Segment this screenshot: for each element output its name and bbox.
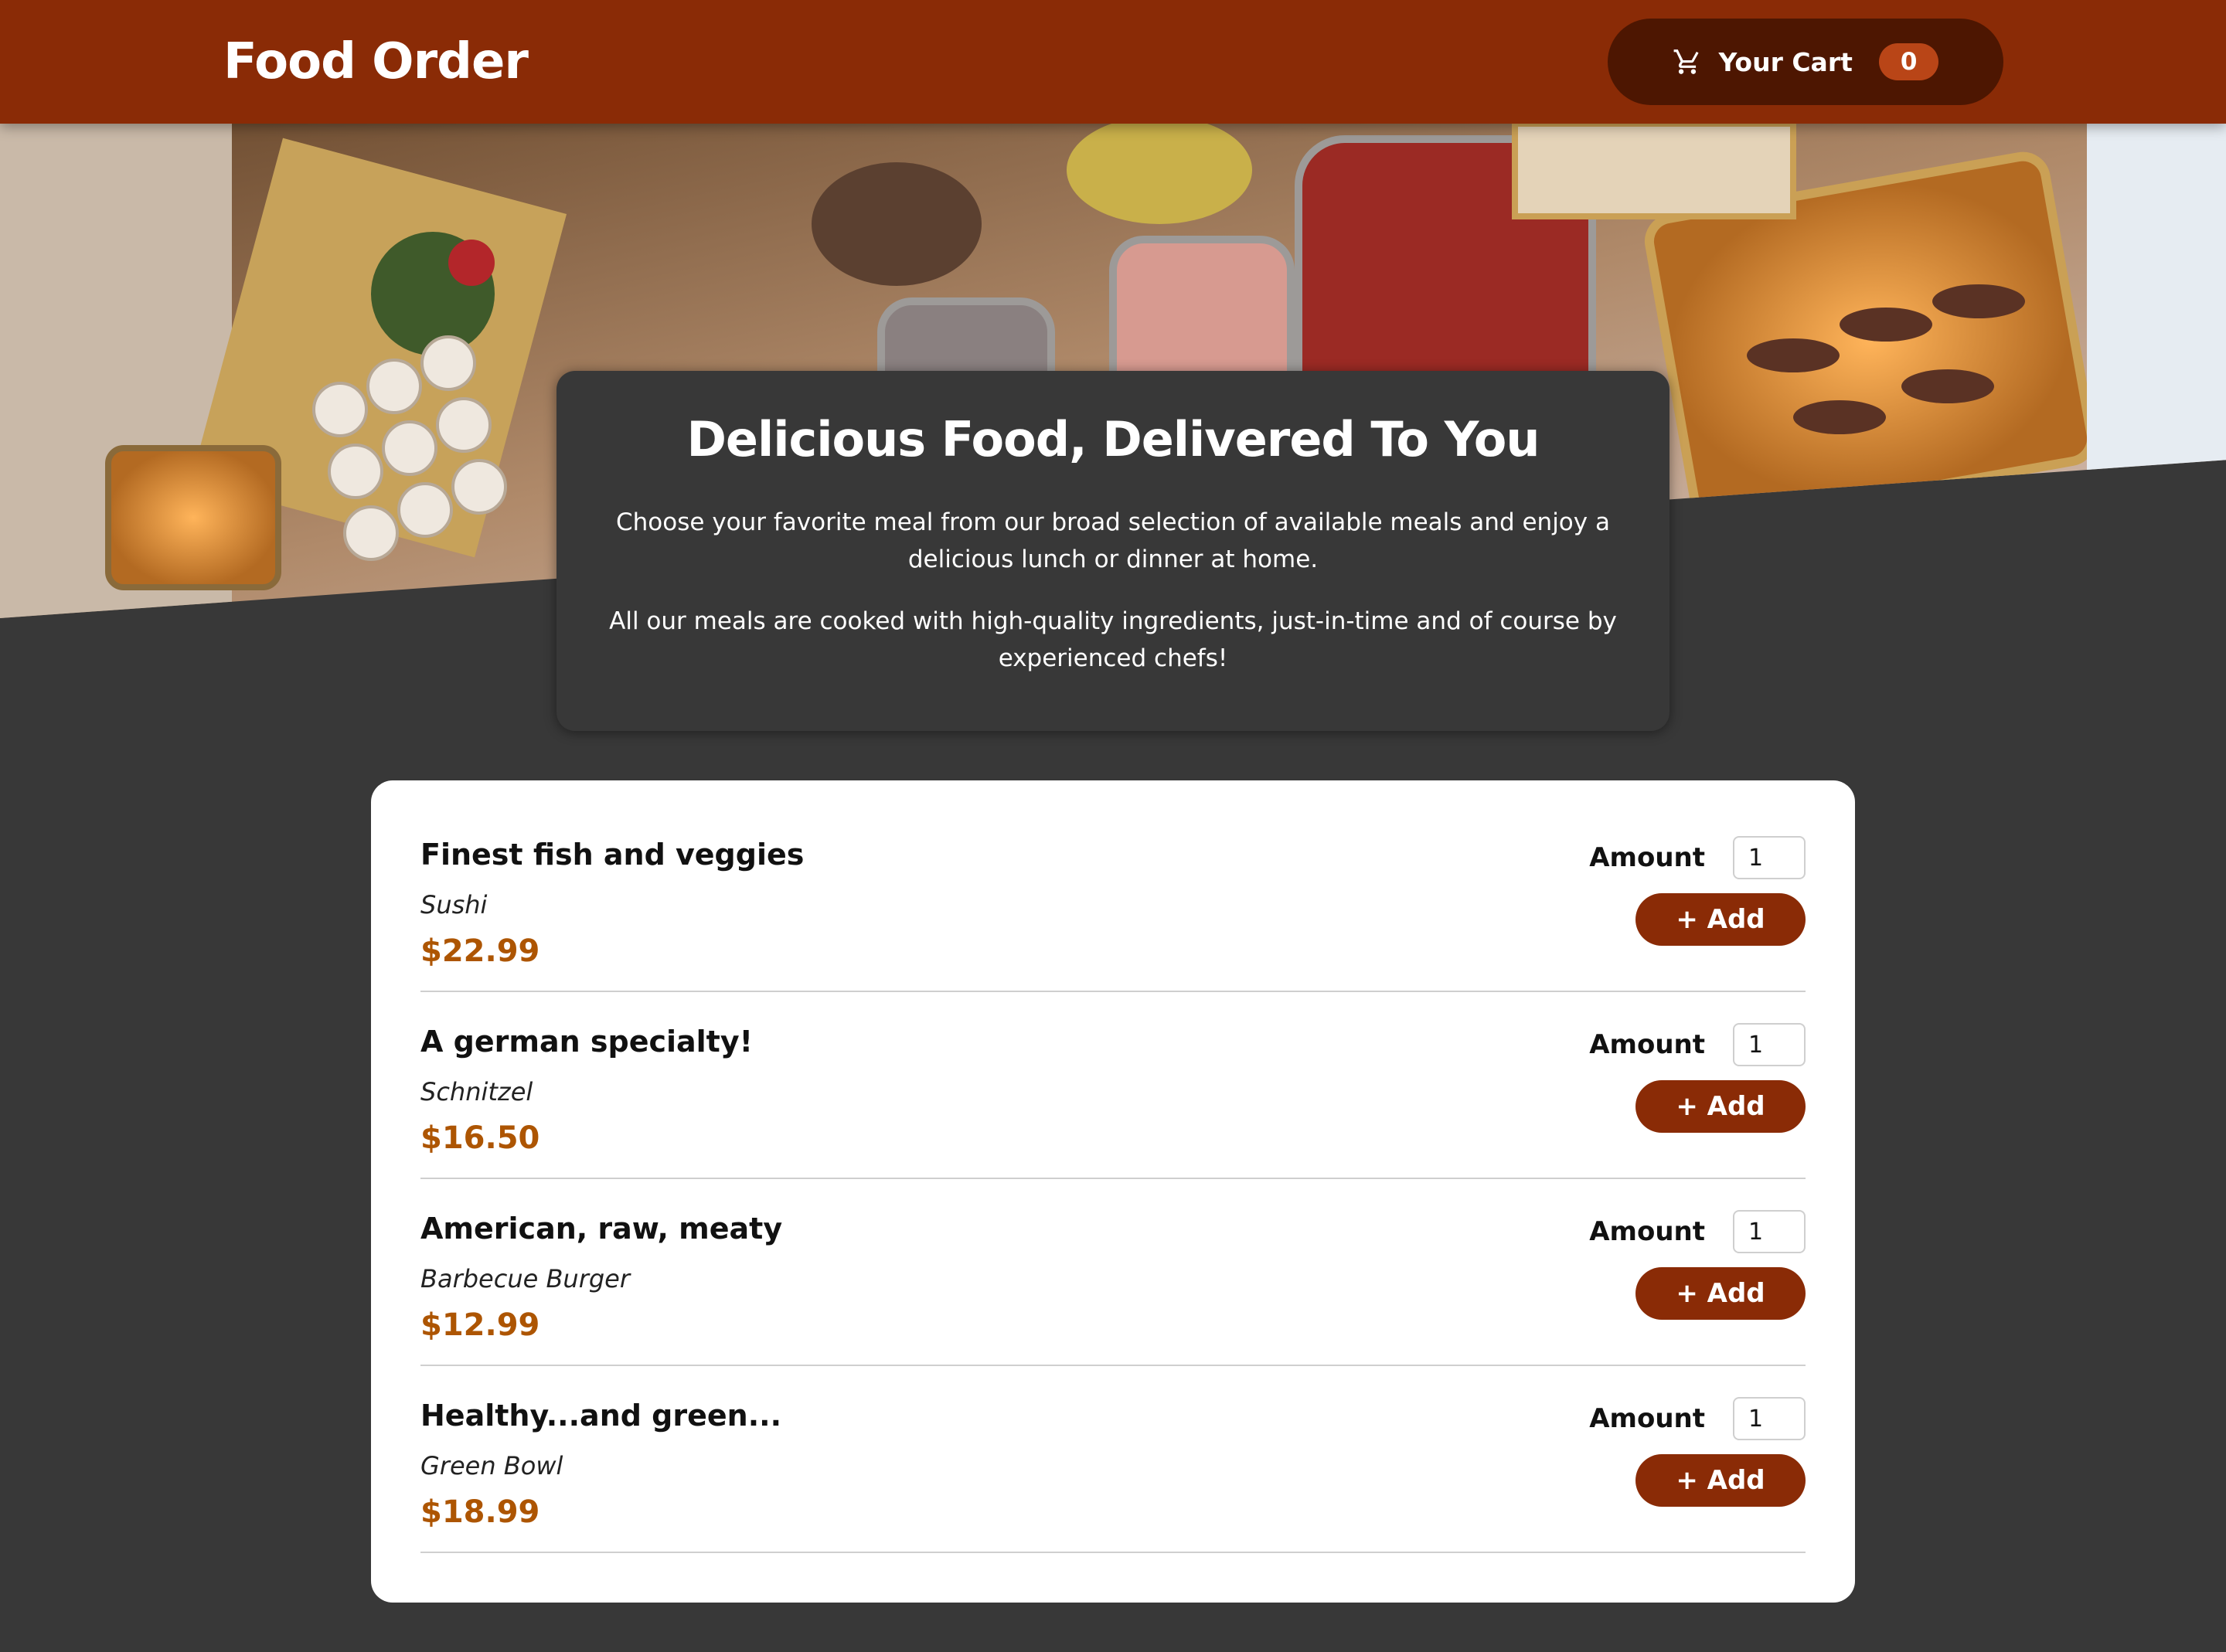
summary-paragraph-2: All our meals are cooked with high-quali…	[609, 607, 1617, 672]
amount-input[interactable]	[1733, 836, 1806, 879]
amount-input[interactable]	[1733, 1210, 1806, 1253]
cart-count-badge: 0	[1878, 43, 1939, 80]
add-button[interactable]: + Add	[1635, 893, 1806, 946]
meal-item: A german specialty! Schnitzel $16.50 Amo…	[420, 992, 1806, 1179]
summary-card: Delicious Food, Delivered To You Choose …	[556, 371, 1670, 731]
summary-title: Delicious Food, Delivered To You	[686, 411, 1540, 467]
amount-input[interactable]	[1733, 1397, 1806, 1440]
meal-name: A german specialty!	[420, 1025, 753, 1059]
meal-description: Sushi	[420, 890, 488, 919]
meal-description: Barbecue Burger	[420, 1264, 630, 1293]
meal-item: American, raw, meaty Barbecue Burger $12…	[420, 1179, 1806, 1366]
cart-button[interactable]: Your Cart 0	[1608, 19, 2003, 105]
add-button[interactable]: + Add	[1635, 1080, 1806, 1133]
amount-input[interactable]	[1733, 1023, 1806, 1066]
meal-price: $22.99	[420, 933, 540, 969]
brand-title: Food Order	[223, 33, 529, 90]
meal-name: Finest fish and veggies	[420, 838, 805, 872]
meal-name: Healthy...and green...	[420, 1399, 782, 1433]
app-header: Food Order Your Cart 0	[0, 0, 2226, 124]
meal-description: Schnitzel	[420, 1077, 533, 1106]
meal-item: Finest fish and veggies Sushi $22.99 Amo…	[420, 805, 1806, 992]
cart-label: Your Cart	[1718, 46, 1853, 77]
meal-description: Green Bowl	[420, 1451, 563, 1480]
summary-paragraph-1: Choose your favorite meal from our broad…	[616, 508, 1610, 573]
meal-price: $16.50	[420, 1120, 540, 1156]
meals-list: Finest fish and veggies Sushi $22.99 Amo…	[371, 780, 1855, 1603]
add-button[interactable]: + Add	[1635, 1454, 1806, 1507]
meal-item: Healthy...and green... Green Bowl $18.99…	[420, 1366, 1806, 1553]
meal-name: American, raw, meaty	[420, 1212, 783, 1246]
amount-label: Amount	[1589, 1216, 1705, 1247]
amount-label: Amount	[1589, 842, 1705, 873]
amount-label: Amount	[1589, 1029, 1705, 1060]
meal-price: $18.99	[420, 1494, 540, 1530]
meal-price: $12.99	[420, 1307, 540, 1343]
add-button[interactable]: + Add	[1635, 1267, 1806, 1320]
amount-label: Amount	[1589, 1403, 1705, 1434]
cart-icon	[1673, 49, 1699, 74]
